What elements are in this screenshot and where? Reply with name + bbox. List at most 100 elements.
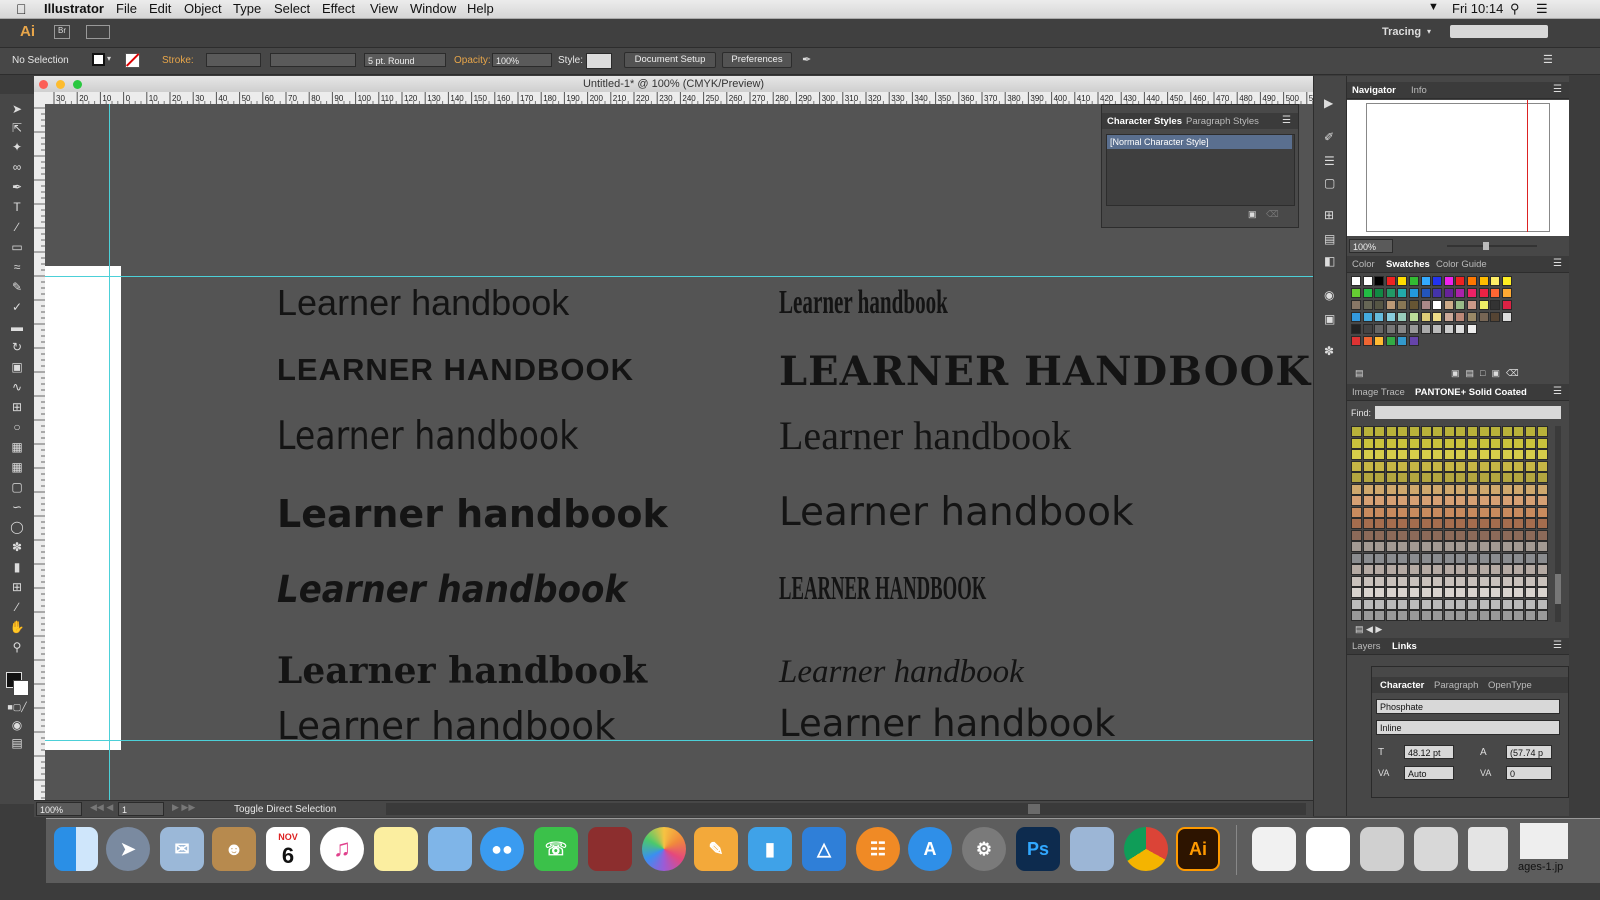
pantone-swatch[interactable] xyxy=(1409,564,1420,575)
pantone-swatch[interactable] xyxy=(1525,564,1536,575)
color-swatch[interactable] xyxy=(1490,276,1501,286)
pantone-swatch[interactable] xyxy=(1420,460,1432,472)
photoshop-icon[interactable]: Ps xyxy=(1016,827,1060,871)
pantone-swatch[interactable] xyxy=(1397,541,1409,552)
pantone-swatch[interactable] xyxy=(1443,587,1455,598)
color-swatch[interactable] xyxy=(1478,288,1489,298)
tab-paragraph-styles[interactable]: Paragraph Styles xyxy=(1186,116,1259,127)
menu-type[interactable]: Type xyxy=(233,1,261,16)
pantone-swatch[interactable] xyxy=(1501,541,1513,552)
workspace-switcher[interactable]: Tracing xyxy=(1382,26,1421,38)
hand-tool-icon[interactable]: ✋ xyxy=(7,618,27,636)
pantone-swatch[interactable] xyxy=(1443,506,1455,518)
pantone-swatch[interactable] xyxy=(1490,518,1502,529)
zoom-window-button[interactable] xyxy=(73,80,82,89)
pantone-swatch[interactable] xyxy=(1409,518,1420,529)
color-swatch[interactable] xyxy=(1420,300,1431,310)
pantone-swatch[interactable] xyxy=(1455,426,1467,437)
menu-window[interactable]: Window xyxy=(410,1,456,16)
pantone-swatch[interactable] xyxy=(1351,449,1362,460)
color-swatch[interactable] xyxy=(1467,288,1477,298)
pantone-swatch[interactable] xyxy=(1351,529,1362,541)
pantone-swatch[interactable] xyxy=(1443,449,1455,460)
pantone-swatch[interactable] xyxy=(1525,460,1536,472)
app-store-icon[interactable]: A xyxy=(908,827,952,871)
pantone-swatch[interactable] xyxy=(1513,575,1525,587)
color-swatch[interactable] xyxy=(1490,288,1501,298)
pantone-swatch[interactable] xyxy=(1536,564,1548,575)
pantone-swatch[interactable] xyxy=(1536,460,1548,472)
pantone-swatch[interactable] xyxy=(1374,426,1386,437)
pantone-swatch[interactable] xyxy=(1432,552,1444,564)
tab-color[interactable]: Color xyxy=(1352,259,1375,270)
trash-icon[interactable] xyxy=(1468,827,1508,871)
color-swatch[interactable] xyxy=(1432,300,1443,310)
pantone-swatch[interactable] xyxy=(1525,495,1536,506)
pantone-swatch[interactable] xyxy=(1397,437,1409,449)
pantone-swatch[interactable] xyxy=(1501,495,1513,506)
pantone-swatch[interactable] xyxy=(1351,483,1362,495)
pantone-swatch[interactable] xyxy=(1525,587,1536,598)
pantone-swatch[interactable] xyxy=(1409,587,1420,598)
arrange-documents-icon[interactable] xyxy=(86,25,110,39)
pantone-swatch[interactable] xyxy=(1374,483,1386,495)
pantone-swatch[interactable] xyxy=(1478,610,1490,621)
pantone-swatch[interactable] xyxy=(1409,529,1420,541)
pantone-swatch[interactable] xyxy=(1513,552,1525,564)
pantone-swatch[interactable] xyxy=(1374,598,1386,610)
panel-menu-icon[interactable]: ☰ xyxy=(1553,84,1562,95)
image-file-icon[interactable] xyxy=(1414,827,1458,871)
pantone-swatch[interactable] xyxy=(1525,426,1536,437)
pantone-swatch[interactable] xyxy=(1525,529,1536,541)
color-swatch[interactable] xyxy=(1385,324,1396,334)
color-swatch[interactable] xyxy=(1397,276,1408,286)
pantone-swatch[interactable] xyxy=(1420,529,1432,541)
messages-icon[interactable]: ●● xyxy=(480,827,524,871)
text-sample-right-6[interactable]: Learner handbook xyxy=(779,654,1024,691)
pantone-swatch[interactable] xyxy=(1432,449,1444,460)
pantone-swatch[interactable] xyxy=(1397,449,1409,460)
tab-pantone-solid-coated[interactable]: PANTONE+ Solid Coated xyxy=(1415,387,1527,398)
fill-swatch[interactable] xyxy=(92,53,105,66)
pantone-swatch[interactable] xyxy=(1501,610,1513,621)
stroke-weight-field[interactable] xyxy=(206,53,261,67)
color-swatch[interactable] xyxy=(1362,324,1373,334)
pantone-swatch[interactable] xyxy=(1467,575,1478,587)
color-swatch[interactable] xyxy=(1501,276,1512,286)
pantone-swatch[interactable] xyxy=(1501,518,1513,529)
pantone-swatch[interactable] xyxy=(1467,506,1478,518)
pantone-swatch[interactable] xyxy=(1420,541,1432,552)
color-swatch[interactable] xyxy=(1432,288,1443,298)
document-stack-icon[interactable] xyxy=(1252,827,1296,871)
contacts-icon[interactable]: ☻ xyxy=(212,827,256,871)
system-preferences-icon[interactable]: ⚙ xyxy=(962,827,1006,871)
pantone-swatch[interactable] xyxy=(1467,449,1478,460)
pantone-swatch[interactable] xyxy=(1420,506,1432,518)
pantone-swatch[interactable] xyxy=(1351,518,1362,529)
direct-selection-tool-icon[interactable]: ⇱ xyxy=(7,119,27,137)
pantone-swatch[interactable] xyxy=(1525,541,1536,552)
pantone-swatch[interactable] xyxy=(1443,610,1455,621)
column-graph-tool-icon[interactable]: ▮ xyxy=(7,558,27,576)
shape-builder-tool-icon[interactable]: ○ xyxy=(7,418,27,436)
chevron-down-icon[interactable]: ▾ xyxy=(107,54,111,63)
pantone-swatch[interactable] xyxy=(1455,610,1467,621)
magic-wand-tool-icon[interactable]: ✦ xyxy=(7,138,27,156)
pantone-swatch[interactable] xyxy=(1478,460,1490,472)
pantone-find-input[interactable] xyxy=(1375,406,1561,419)
pantone-swatch[interactable] xyxy=(1513,506,1525,518)
pantone-swatch[interactable] xyxy=(1513,495,1525,506)
pantone-swatch[interactable] xyxy=(1478,449,1490,460)
align-panel-icon[interactable]: ▤ xyxy=(1324,232,1335,246)
tab-links[interactable]: Links xyxy=(1392,641,1417,652)
color-swatch[interactable] xyxy=(1409,276,1419,286)
pantone-swatch[interactable] xyxy=(1525,437,1536,449)
pantone-swatch[interactable] xyxy=(1351,472,1362,483)
mail-icon[interactable]: ✉ xyxy=(160,827,204,871)
pantone-swatch[interactable] xyxy=(1501,460,1513,472)
variable-width-profile[interactable] xyxy=(270,53,356,67)
navigator-zoom-field[interactable]: 100% xyxy=(1349,239,1393,253)
color-swatch[interactable] xyxy=(1397,288,1408,298)
rotate-tool-icon[interactable]: ↻ xyxy=(7,338,27,356)
tab-character-styles[interactable]: Character Styles xyxy=(1107,116,1182,127)
